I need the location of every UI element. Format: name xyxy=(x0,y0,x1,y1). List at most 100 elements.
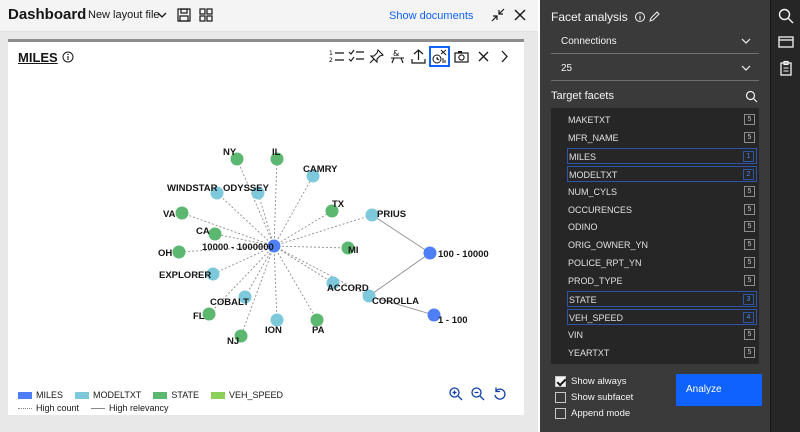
graph-node-label: ODYSSEY xyxy=(223,183,270,194)
facet-name: NUM_CYLS xyxy=(568,186,618,197)
facet-item[interactable]: MILES 1 xyxy=(567,147,757,164)
reset-view-icon[interactable] xyxy=(492,386,508,402)
facet-item[interactable]: OCCURENCES 5 xyxy=(567,202,757,218)
graph-node-label: COROLLA xyxy=(372,296,419,307)
facet-item[interactable]: VEH_SPEED 4 xyxy=(567,308,757,325)
graph-node-label: CAMRY xyxy=(303,164,338,175)
facet-item[interactable]: YEARTXT 5 xyxy=(567,345,757,361)
facet-name: MILES xyxy=(569,151,597,162)
facet-count-badge: 5 xyxy=(744,185,755,197)
numbered-list-icon[interactable]: 12 xyxy=(328,48,345,65)
legend-label: VEH_SPEED xyxy=(229,390,284,400)
legend-item-miles: MILES xyxy=(18,390,63,400)
graph-node-label: MI xyxy=(348,245,359,256)
filter-and-icon[interactable]: & xyxy=(389,48,406,65)
save-layout-icon[interactable] xyxy=(176,7,192,23)
checkbox[interactable] xyxy=(555,392,566,403)
legend-edges: High count High relevancy xyxy=(18,403,169,413)
facet-name: MFR_NAME xyxy=(568,132,619,143)
facet-count-badge: 5 xyxy=(744,275,755,287)
side-toolbar xyxy=(770,0,800,432)
legend-label: High relevancy xyxy=(109,403,169,413)
analyze-button[interactable]: Analyze xyxy=(676,374,762,406)
camera-icon[interactable] xyxy=(453,48,470,65)
checklist-icon[interactable] xyxy=(348,48,365,65)
graph-node-label: NY xyxy=(223,147,237,158)
legend-swatch xyxy=(211,391,226,399)
facet-item[interactable]: ODINO 5 xyxy=(567,219,757,235)
facet-count-badge: 2 xyxy=(743,168,754,180)
facet-item[interactable]: POLICE_RPT_YN 5 xyxy=(567,255,757,271)
facet-item[interactable]: VIN 5 xyxy=(567,327,757,343)
connections-select-label: Connections xyxy=(561,36,617,47)
show-documents-link[interactable]: Show documents xyxy=(389,10,473,22)
chevron-down-icon[interactable] xyxy=(156,9,168,21)
zoom-out-icon[interactable] xyxy=(470,386,486,402)
minimize-icon[interactable] xyxy=(490,7,506,23)
facet-item[interactable]: PROD_TYPE 5 xyxy=(567,273,757,289)
option-checkbox[interactable]: Show always xyxy=(555,376,626,387)
search-icon[interactable] xyxy=(778,8,794,24)
facet-item[interactable]: MAKETXT 5 xyxy=(567,112,757,128)
pin-icon[interactable] xyxy=(368,48,385,65)
graph-edge xyxy=(273,214,373,247)
facet-name: PROD_TYPE xyxy=(568,276,623,287)
checkbox[interactable] xyxy=(555,376,566,387)
facet-count-badge: 5 xyxy=(744,346,755,358)
facet-item[interactable]: NUM_CYLS 5 xyxy=(567,184,757,200)
info-icon[interactable] xyxy=(62,51,74,63)
graph-node[interactable] xyxy=(423,246,437,260)
grid-layout-icon[interactable] xyxy=(198,7,214,23)
legend-nodes: MILES MODELTXT STATE VEH_SPEED xyxy=(18,390,283,400)
option-checkbox[interactable]: Show subfacet xyxy=(555,392,633,403)
graph-node[interactable] xyxy=(208,227,222,241)
connections-select[interactable]: Connections xyxy=(551,30,759,54)
facet-name: ORIG_OWNER_YN xyxy=(568,240,649,251)
legend-swatch xyxy=(18,391,32,399)
graph-edge xyxy=(216,192,275,247)
chevron-down-icon xyxy=(741,65,751,71)
graph-node[interactable] xyxy=(175,206,189,220)
graph-edge xyxy=(273,245,278,321)
chevron-right-icon[interactable] xyxy=(496,48,513,65)
option-checkbox[interactable]: Append mode xyxy=(555,408,630,419)
zoom-in-icon[interactable] xyxy=(448,386,464,402)
facet-name: YEARTXT xyxy=(568,347,610,358)
graph-node-label: 100 - 10000 xyxy=(438,249,489,260)
graph-node-label: COBALT xyxy=(210,297,249,308)
graph-edge xyxy=(273,245,334,284)
target-facets-label: Target facets xyxy=(551,90,614,102)
facet-name: STATE xyxy=(569,295,597,305)
facet-item[interactable]: STATE 3 xyxy=(567,291,757,307)
facet-name: VIN xyxy=(568,329,584,340)
graph-node-label: CA xyxy=(196,226,210,237)
legend-item-state: STATE xyxy=(153,390,199,400)
chevron-down-icon xyxy=(741,38,751,44)
graph-node[interactable] xyxy=(172,245,186,259)
count-select[interactable]: 25 xyxy=(551,57,759,81)
viz-title[interactable]: MILES xyxy=(18,50,58,65)
close-viz-icon[interactable] xyxy=(475,48,492,65)
close-icon[interactable] xyxy=(512,7,528,23)
facet-network-graph[interactable]: 10000 - 1000000100 - 100001 - 100NY ILCAM… xyxy=(8,72,524,372)
legend-label: STATE xyxy=(171,390,200,400)
graph-node-label: WINDSTAR xyxy=(167,183,218,194)
layout-file-select[interactable]: New layout file xyxy=(88,9,160,21)
graph-node-label: NJ xyxy=(227,336,239,347)
panel-icon[interactable] xyxy=(778,34,794,50)
search-icon[interactable] xyxy=(745,90,758,103)
legend-swatch xyxy=(75,391,90,399)
facet-count-badge: 5 xyxy=(744,239,755,251)
facet-item[interactable]: ORIG_OWNER_YN 5 xyxy=(567,237,757,253)
export-icon[interactable] xyxy=(410,48,427,65)
svg-text:1: 1 xyxy=(329,50,333,57)
checkbox[interactable] xyxy=(555,408,566,419)
time-series-icon[interactable] xyxy=(429,46,450,67)
info-icon[interactable] xyxy=(635,11,665,23)
facet-name: MAKETXT xyxy=(568,115,611,125)
facet-item[interactable]: MODELTXT 2 xyxy=(567,165,757,182)
graph-node-label: ACCORD xyxy=(327,283,369,294)
clipboard-icon[interactable] xyxy=(778,60,794,76)
facet-count-badge: 5 xyxy=(744,257,755,269)
facet-item[interactable]: MFR_NAME 5 xyxy=(567,130,757,146)
